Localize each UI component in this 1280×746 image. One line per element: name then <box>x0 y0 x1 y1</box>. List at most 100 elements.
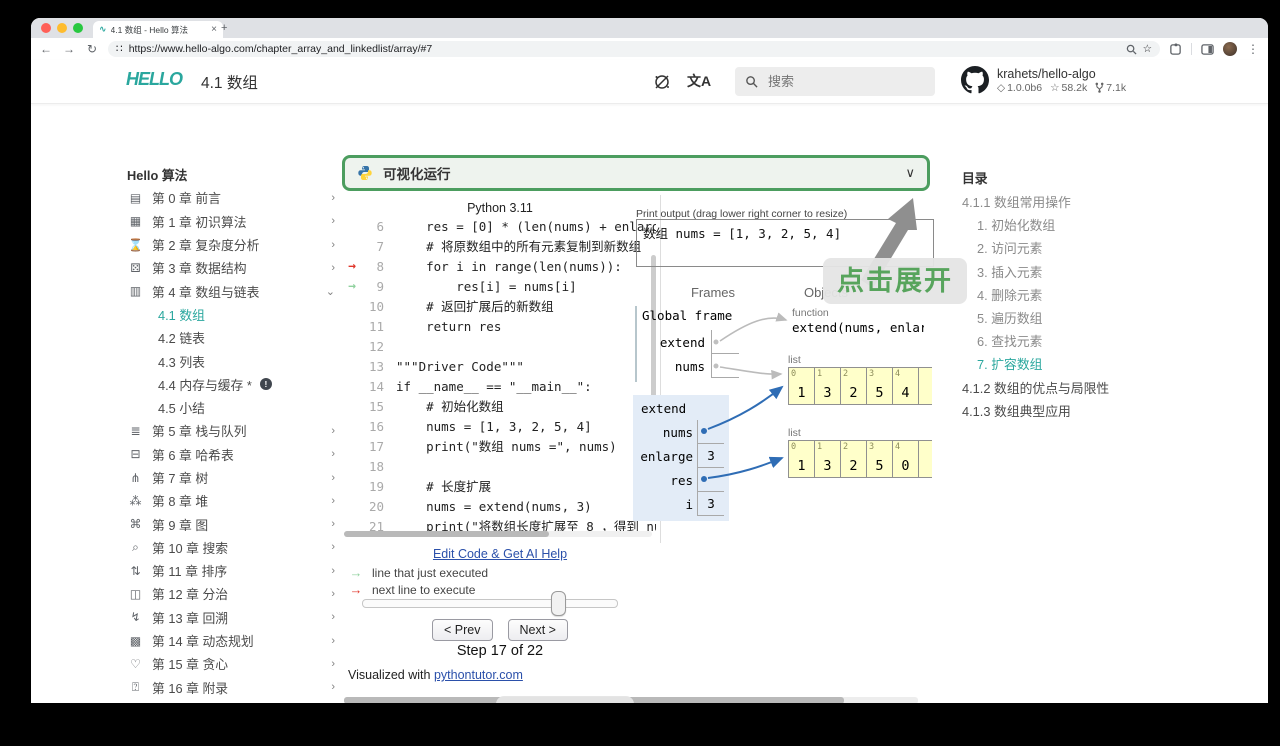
var-name-i: i <box>685 497 693 512</box>
fullscreen-hint-label: 全屏观看 <box>496 696 634 703</box>
sidebar-item-4-5[interactable]: 4.5 小结 <box>127 396 339 419</box>
toc-item-delete[interactable]: 4. 删除元素 <box>962 283 1162 306</box>
chevron-right-icon[interactable]: › <box>331 611 339 623</box>
sidebar-item-chapter-3[interactable]: ⚄ 第 3 章 数据结构 › <box>127 256 339 279</box>
zoom-icon[interactable] <box>1126 44 1137 55</box>
close-window-button[interactable] <box>41 23 51 33</box>
url-text[interactable]: https://www.hello-algo.com/chapter_array… <box>129 43 1120 55</box>
chevron-right-icon[interactable]: › <box>331 635 339 647</box>
chevron-right-icon[interactable]: › <box>331 518 339 530</box>
sidebar-item-chapter-14[interactable]: ▩ 第 14 章 动态规划 › <box>127 629 339 652</box>
minimize-window-button[interactable] <box>57 23 67 33</box>
step-slider[interactable] <box>362 591 618 616</box>
side-panel-icon[interactable] <box>1201 43 1214 56</box>
github-repo-link[interactable]: krahets/hello-algo ◇ 1.0.0b6 ☆ 58.2k 7.1k <box>961 66 1126 94</box>
toc-item-4-1-1[interactable]: 4.1.1 数组常用操作 <box>962 190 1162 213</box>
sidebar-item-chapter-16[interactable]: ⍰ 第 16 章 附录 › <box>127 676 339 699</box>
chevron-right-icon[interactable]: › <box>331 495 339 507</box>
sidebar-item-chapter-11[interactable]: ⇅ 第 11 章 排序 › <box>127 559 339 582</box>
list-object-nums: 01 13 22 35 44 <box>788 367 932 405</box>
pythontutor-link[interactable]: pythontutor.com <box>434 668 523 682</box>
sidebar-item-chapter-5[interactable]: ≣ 第 5 章 栈与队列 › <box>127 419 339 442</box>
sidebar-item-references[interactable]: 参考文献 <box>127 699 339 703</box>
translate-icon[interactable]: 文A <box>687 71 711 91</box>
sidebar-item-chapter-0[interactable]: ▤ 第 0 章 前言 › <box>127 186 339 209</box>
chevron-right-icon[interactable]: › <box>331 262 339 274</box>
var-cell-extend <box>711 330 739 354</box>
chevron-right-icon[interactable]: › <box>331 681 339 693</box>
sidebar-item-chapter-15[interactable]: ♡ 第 15 章 贪心 › <box>127 652 339 675</box>
toc-item-access[interactable]: 2. 访问元素 <box>962 236 1162 259</box>
sidebar-item-chapter-4[interactable]: ▥ 第 4 章 数组与链表 ⌄ <box>127 279 339 302</box>
visual-run-summary[interactable]: 可视化运行 ∨ <box>342 155 930 191</box>
chevron-right-icon[interactable]: › <box>331 192 339 204</box>
profile-avatar[interactable] <box>1223 42 1237 56</box>
sidebar-item-4-3[interactable]: 4.3 列表 <box>127 349 339 372</box>
prev-button[interactable]: < Prev <box>432 619 493 641</box>
forward-icon[interactable]: → <box>62 42 76 56</box>
chevron-right-icon[interactable]: › <box>331 472 339 484</box>
toc-item-4-1-3[interactable]: 4.1.3 数组典型应用 <box>962 399 1162 422</box>
sidebar-item-chapter-10[interactable]: ⌕ 第 10 章 搜索 › <box>127 536 339 559</box>
tab-strip: ∿ 4.1 数组 - Hello 算法 × + <box>31 18 1268 38</box>
chevron-right-icon[interactable]: › <box>331 448 339 460</box>
next-button[interactable]: Next > <box>507 619 568 641</box>
search-input[interactable] <box>766 73 910 90</box>
sidebar-item-4-1[interactable]: 4.1 数组 <box>127 303 339 326</box>
collapse-chevron-icon[interactable]: ∨ <box>905 165 915 181</box>
close-tab-icon[interactable]: × <box>211 24 217 35</box>
chevron-right-icon[interactable]: › <box>331 658 339 670</box>
address-bar[interactable]: ∷ https://www.hello-algo.com/chapter_arr… <box>108 41 1160 57</box>
bookmark-star-icon[interactable]: ☆ <box>1143 43 1152 55</box>
hello-algo-favicon: ∿ <box>99 24 107 34</box>
sidebar-item-chapter-12[interactable]: ◫ 第 12 章 分治 › <box>127 582 339 605</box>
reload-icon[interactable]: ↻ <box>85 42 99 56</box>
chevron-right-icon[interactable]: › <box>331 565 339 577</box>
sidebar-item-chapter-13[interactable]: ↯ 第 13 章 回溯 › <box>127 606 339 629</box>
edit-code-link[interactable]: Edit Code & Get AI Help <box>433 547 567 561</box>
sidebar-item-chapter-1[interactable]: ▦ 第 1 章 初识算法 › <box>127 210 339 233</box>
chevron-right-icon[interactable]: › <box>331 541 339 553</box>
sidebar-item-4-4[interactable]: 4.4 内存与缓存 *! <box>127 373 339 396</box>
chevron-right-icon[interactable]: › <box>331 425 339 437</box>
toc-item-expand-capacity[interactable]: 7. 扩容数组 <box>962 352 1162 375</box>
var-name-enlarge: enlarge <box>640 449 693 464</box>
back-icon[interactable]: ← <box>39 42 53 56</box>
hello-algo-logo[interactable]: HELLO <box>126 69 183 90</box>
code-horizontal-scrollbar[interactable] <box>344 531 652 537</box>
sidebar-item-chapter-6[interactable]: ⊟ 第 6 章 哈希表 › <box>127 443 339 466</box>
toc-item-init-array[interactable]: 1. 初始化数组 <box>962 213 1162 236</box>
sidebar-item-chapter-9[interactable]: ⌘ 第 9 章 图 › <box>127 512 339 535</box>
var-cell: 3 <box>697 492 724 516</box>
sidebar-item-4-2[interactable]: 4.2 链表 <box>127 326 339 349</box>
extensions-icon[interactable] <box>1169 42 1182 56</box>
theme-toggle-icon[interactable] <box>653 73 671 91</box>
toc-item-insert[interactable]: 3. 插入元素 <box>962 260 1162 283</box>
stack-icon: ≣ <box>130 423 141 438</box>
executed-line-arrow: → <box>348 279 356 294</box>
chevron-right-icon[interactable]: › <box>331 239 339 251</box>
chevron-right-icon[interactable]: › <box>331 215 339 227</box>
chevron-down-icon[interactable]: ⌄ <box>326 285 339 298</box>
tab-title: 4.1 数组 - Hello 算法 <box>110 24 189 35</box>
visual-run-label: 可视化运行 <box>383 167 451 182</box>
maximize-window-button[interactable] <box>73 23 83 33</box>
dp-grid-icon: ▩ <box>129 633 142 648</box>
divide-icon: ◫ <box>129 586 142 601</box>
toc-item-4-1-2[interactable]: 4.1.2 数组的优点与局限性 <box>962 376 1162 399</box>
page-title: 4.1 数组 <box>201 75 258 92</box>
sidebar-item-chapter-2[interactable]: ⌛ 第 2 章 复杂度分析 › <box>127 233 339 256</box>
toc-item-traverse[interactable]: 5. 遍历数组 <box>962 306 1162 329</box>
chevron-right-icon[interactable]: › <box>331 588 339 600</box>
sidebar-item-chapter-7[interactable]: ⋔ 第 7 章 树 › <box>127 466 339 489</box>
sidebar-item-chapter-8[interactable]: ⁂ 第 8 章 堆 › <box>127 489 339 512</box>
browser-tab[interactable]: ∿ 4.1 数组 - Hello 算法 × <box>93 21 223 38</box>
search-box[interactable] <box>735 67 935 96</box>
new-tab-button[interactable]: + <box>221 22 227 34</box>
menu-kebab-icon[interactable]: ⋮ <box>1246 42 1260 56</box>
slider-thumb[interactable] <box>551 591 566 616</box>
site-info-icon[interactable]: ∷ <box>116 43 123 55</box>
toc-item-find[interactable]: 6. 查找元素 <box>962 329 1162 352</box>
green-arrow-icon: → <box>349 565 363 580</box>
backtrack-icon: ↯ <box>130 610 141 625</box>
